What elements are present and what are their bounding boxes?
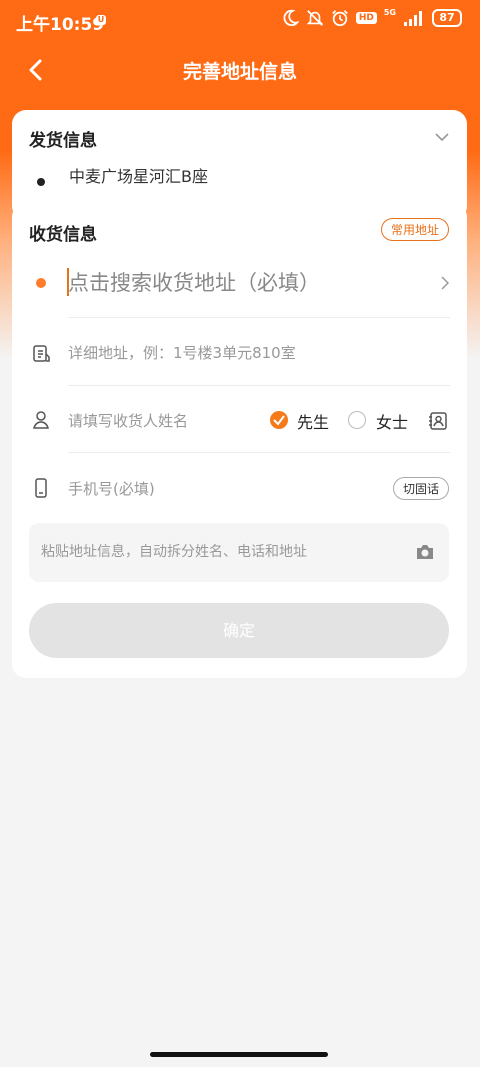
mute-icon bbox=[306, 10, 324, 26]
radio-ms[interactable] bbox=[348, 411, 366, 429]
phone-input[interactable]: 手机号(必填) bbox=[68, 478, 155, 499]
paste-address-placeholder: 粘贴地址信息，自动拆分姓名、电话和地址 bbox=[41, 544, 307, 560]
document-icon bbox=[33, 345, 50, 362]
switch-landline-button[interactable]: 切固话 bbox=[392, 477, 449, 500]
moon-icon bbox=[283, 9, 299, 27]
page-title: 完善地址信息 bbox=[182, 61, 297, 83]
name-row: 请填写收货人姓名 先生 女士 bbox=[12, 393, 467, 448]
receiver-title: 收货信息 bbox=[29, 225, 97, 245]
gender-ms-label[interactable]: 女士 bbox=[376, 409, 408, 433]
paste-address-box[interactable]: 粘贴地址信息，自动拆分姓名、电话和地址 bbox=[29, 523, 449, 582]
receiver-card: 收货信息 常用地址 点击搜索收货地址（必填） 详细地址，例：1号楼3单元810室… bbox=[12, 203, 467, 678]
sender-address: 中麦广场星河汇B座 bbox=[69, 167, 208, 186]
notification-badge: U bbox=[96, 15, 106, 25]
address-search-row[interactable]: 点击搜索收货地址（必填） bbox=[12, 263, 467, 318]
divider bbox=[68, 452, 450, 453]
status-bar: 上午10:59 U HD 5G 87 bbox=[0, 0, 480, 40]
detail-address-input[interactable]: 详细地址，例：1号楼3单元810室 bbox=[68, 342, 296, 363]
address-search-input[interactable]: 点击搜索收货地址（必填） bbox=[68, 267, 320, 297]
gender-mr-label[interactable]: 先生 bbox=[297, 409, 329, 433]
recipient-name-input[interactable]: 请填写收货人姓名 bbox=[68, 410, 188, 431]
radio-mr-checked-icon[interactable] bbox=[270, 411, 288, 429]
divider bbox=[68, 317, 450, 318]
address-dot bbox=[36, 278, 46, 288]
confirm-button[interactable]: 确定 bbox=[29, 603, 449, 658]
detail-address-row[interactable]: 详细地址，例：1号楼3单元810室 bbox=[12, 328, 467, 378]
battery-icon: 87 bbox=[432, 9, 462, 27]
chevron-right-icon bbox=[441, 276, 449, 290]
status-time: 上午10:59 bbox=[16, 15, 105, 35]
phone-icon bbox=[35, 478, 47, 498]
common-address-button[interactable]: 常用地址 bbox=[380, 218, 449, 241]
home-indicator bbox=[150, 1052, 328, 1057]
alarm-icon bbox=[332, 10, 348, 27]
network-type: 5G bbox=[383, 8, 396, 17]
phone-row: 手机号(必填) 切固话 bbox=[12, 463, 467, 513]
person-icon bbox=[33, 411, 49, 429]
signal-icon bbox=[404, 11, 422, 26]
hd-icon: HD bbox=[355, 12, 377, 24]
camera-icon[interactable] bbox=[415, 543, 435, 561]
sender-title: 发货信息 bbox=[29, 131, 97, 151]
contacts-icon[interactable] bbox=[427, 411, 449, 431]
app-header: 完善地址信息 bbox=[0, 45, 480, 95]
divider bbox=[68, 385, 450, 386]
sender-dot bbox=[37, 178, 45, 186]
chevron-down-icon[interactable] bbox=[435, 132, 449, 142]
